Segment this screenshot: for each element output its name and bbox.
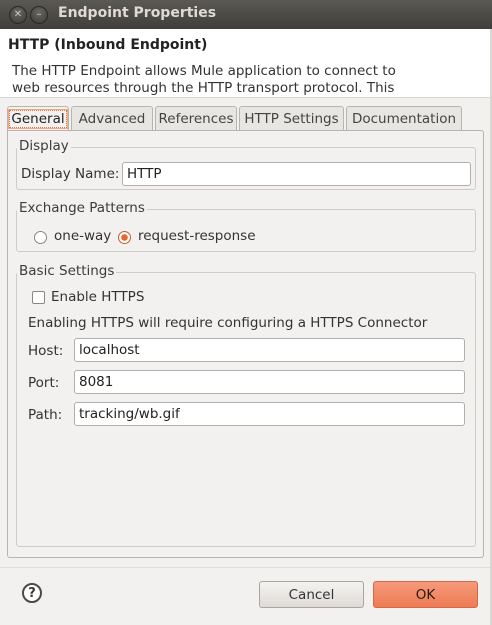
tab-references[interactable]: References xyxy=(155,106,237,130)
enable-https-label[interactable]: Enable HTTPS xyxy=(51,289,144,305)
display-name-label: Display Name: xyxy=(21,166,120,182)
tab-general[interactable]: General xyxy=(7,106,69,131)
display-group-label: Display xyxy=(17,138,71,154)
footer-separator xyxy=(0,567,492,568)
minimize-window-icon[interactable]: – xyxy=(30,6,48,24)
tab-advanced[interactable]: Advanced xyxy=(71,106,153,130)
tab-general-label: General xyxy=(9,110,67,128)
request-response-label[interactable]: request-response xyxy=(138,228,256,244)
https-note: Enabling HTTPS will require configuring … xyxy=(28,315,428,331)
tab-http-settings[interactable]: HTTP Settings xyxy=(239,106,344,130)
endpoint-title: HTTP (Inbound Endpoint) xyxy=(8,37,208,53)
basic-settings-label: Basic Settings xyxy=(17,263,117,279)
enable-https-checkbox[interactable] xyxy=(32,291,45,304)
request-response-radio[interactable] xyxy=(118,231,131,244)
cancel-button[interactable]: Cancel xyxy=(259,581,364,608)
path-input[interactable]: tracking/wb.gif xyxy=(74,402,465,426)
one-way-label[interactable]: one-way xyxy=(54,228,111,244)
host-label: Host: xyxy=(28,343,64,359)
port-label: Port: xyxy=(28,375,60,391)
tab-documentation[interactable]: Documentation xyxy=(346,106,462,130)
endpoint-description: The HTTP Endpoint allows Mule applicatio… xyxy=(12,63,396,96)
display-name-input[interactable]: HTTP xyxy=(122,162,471,186)
title-bar: ✕ – Endpoint Properties xyxy=(0,0,492,29)
path-label: Path: xyxy=(28,407,63,423)
help-icon[interactable]: ? xyxy=(22,583,42,603)
one-way-radio[interactable] xyxy=(34,231,47,244)
host-input[interactable]: localhost xyxy=(74,338,465,362)
dialog-header: HTTP (Inbound Endpoint) The HTTP Endpoin… xyxy=(0,29,492,98)
close-window-icon[interactable]: ✕ xyxy=(9,6,27,24)
general-tab-panel: Display Display Name: HTTP Exchange Patt… xyxy=(7,130,484,558)
exchange-patterns-label: Exchange Patterns xyxy=(17,200,147,216)
ok-button[interactable]: OK xyxy=(373,581,478,608)
port-input[interactable]: 8081 xyxy=(74,370,465,394)
window-title: Endpoint Properties xyxy=(58,5,217,21)
